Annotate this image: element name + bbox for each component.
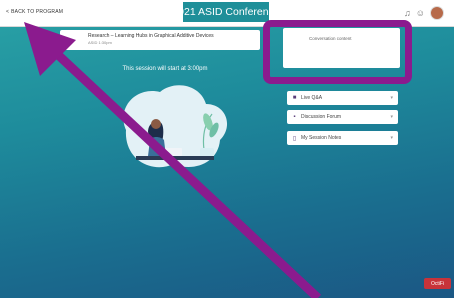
discussion-forum-dropdown[interactable]: ▪ Discussion Forum ▾ xyxy=(287,110,398,124)
user-icon[interactable]: ☺ xyxy=(416,8,425,18)
back-to-program-link[interactable]: < BACK TO PROGRAM xyxy=(6,9,63,15)
chevron-down-icon: ▾ xyxy=(390,135,393,141)
chevron-left-icon: < xyxy=(6,9,10,15)
chevron-down-icon: ▾ xyxy=(390,114,393,120)
live-qa-dropdown[interactable]: ■ Live Q&A ▾ xyxy=(287,91,398,105)
back-label: BACK TO PROGRAM xyxy=(11,9,64,15)
top-right-icons: ♫ ☺ xyxy=(404,6,444,20)
notes-icon: ▯ xyxy=(292,135,297,142)
waiting-illustration xyxy=(123,85,228,168)
qa-icon: ■ xyxy=(292,95,297,101)
avatar[interactable] xyxy=(430,6,444,20)
session-info-card: Research – Learning Hubs in Graphical Ad… xyxy=(60,30,260,50)
discussion-icon: ▪ xyxy=(293,114,296,120)
annotation-highlight-box xyxy=(263,20,412,84)
session-subtitle: ASID 1:30pm xyxy=(88,40,112,45)
session-notes-dropdown[interactable]: ▯ My Session Notes ▾ xyxy=(287,131,398,145)
bell-icon[interactable]: ♫ xyxy=(404,8,411,18)
conference-title: 2021 ASID Conference xyxy=(172,2,280,22)
session-title: Research – Learning Hubs in Graphical Ad… xyxy=(88,33,214,39)
brand-badge: OctiFi xyxy=(424,278,451,289)
chevron-down-icon: ▾ xyxy=(390,95,393,101)
